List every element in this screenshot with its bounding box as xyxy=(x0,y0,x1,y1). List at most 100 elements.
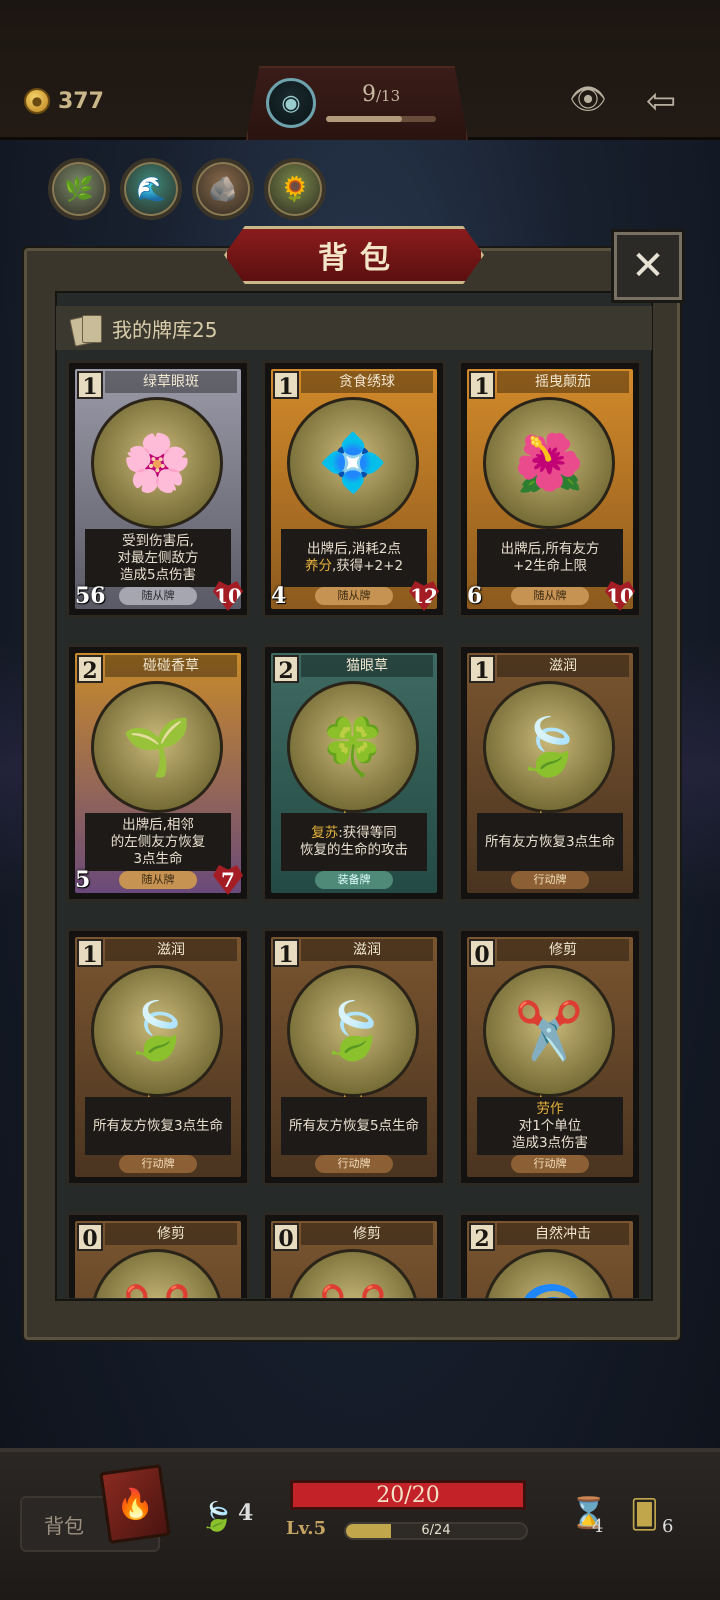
card-description-line: +2生命上限 xyxy=(513,558,587,574)
card-name: 自然冲击 xyxy=(497,1223,629,1245)
card-description-line: 造成5点伤害 xyxy=(119,566,197,583)
card-type: 随从牌 xyxy=(511,587,589,605)
card-art: 🍃 xyxy=(287,965,419,1097)
card-name: 猫眼草 xyxy=(301,655,433,677)
card-description: 出牌后,相邻 的左侧友方恢复 3点生命 xyxy=(85,813,231,871)
card[interactable]: 1 摇曳颠茄 🌺 出牌后,所有友方 +2生命上限 随从牌 6 10 xyxy=(458,360,642,618)
card[interactable]: 1滋润🍃★★所有友方恢复3点生命行动牌 xyxy=(458,644,642,902)
card-name: 修剪 xyxy=(497,939,629,961)
keyword[interactable]: 劳作 xyxy=(537,1101,564,1117)
deck-label: 我的牌库25 xyxy=(112,317,218,342)
card-cost: 1 xyxy=(273,939,299,968)
card[interactable]: 0修剪✂️ xyxy=(66,1212,250,1298)
card[interactable]: 0修剪✂️★★劳作对1个单位造成3点伤害行动牌 xyxy=(458,928,642,1186)
card-cost: 2 xyxy=(469,1223,495,1252)
xp-text: 6/24 xyxy=(421,1523,451,1538)
relic-slot[interactable]: 🌿 xyxy=(48,158,110,220)
card-art: 🌺 xyxy=(483,397,615,529)
bag-book-icon[interactable]: 🔥 xyxy=(99,1464,171,1544)
card-cost: 1 xyxy=(77,939,103,968)
relic-bar: 🌿 🌊 🪨 🌻 xyxy=(48,158,326,220)
card[interactable]: 1 绿草眼斑 🌸 受到伤害后, 对最左侧敌方 造成5点伤害 随从牌 56 10 xyxy=(66,360,250,618)
card[interactable]: 2自然冲击🌀 xyxy=(458,1212,642,1298)
card-description: 所有友方恢复3点生命 xyxy=(477,813,623,871)
card-art: 🌱 xyxy=(91,681,223,813)
card-description-line: 所有友方恢复3点生命 xyxy=(484,833,616,850)
deck-icon xyxy=(70,313,102,343)
card-art: 🍃 xyxy=(483,681,615,813)
card-description-line: 对最左侧敌方 xyxy=(117,549,199,566)
bag-button-label: 背包 xyxy=(44,1513,84,1538)
card-cost: 0 xyxy=(273,1223,299,1252)
card-description-line: 所有友方恢复5点生命 xyxy=(288,1117,420,1134)
card-name: 修剪 xyxy=(105,1223,237,1245)
card-art: 🍀 xyxy=(287,681,419,813)
card-attack: 4 xyxy=(271,583,287,609)
card-cost: 2 xyxy=(77,655,103,684)
keyword[interactable]: 养分 xyxy=(305,558,332,574)
stage-progress-fill xyxy=(326,116,402,122)
back-arrow-icon[interactable]: ⇦ xyxy=(638,82,684,122)
card-description: 出牌后,消耗2点 养分,获得+2+2 xyxy=(281,529,427,587)
card-cost: 0 xyxy=(469,939,495,968)
card[interactable]: 1滋润🍃★★所有友方恢复5点生命行动牌 xyxy=(262,928,446,1186)
portal-orb-icon[interactable]: ◉ xyxy=(266,78,316,128)
card-name: 滋润 xyxy=(301,939,433,961)
player-level: Lv.5 xyxy=(286,1518,327,1539)
card-type: 行动牌 xyxy=(119,1155,197,1173)
card-description: 出牌后,所有友方 +2生命上限 xyxy=(477,529,623,587)
hourglass-count: 4 xyxy=(592,1516,604,1537)
gold-amount: 377 xyxy=(58,88,104,114)
card[interactable]: 1滋润🍃★★所有友方恢复3点生命行动牌 xyxy=(66,928,250,1186)
card-name: 碰碰香草 xyxy=(105,655,237,677)
card-description-line: 复苏:获得等同 xyxy=(311,825,397,841)
card-description: 所有友方恢复5点生命 xyxy=(281,1097,427,1155)
card[interactable]: 1 贪食绣球 💠 出牌后,消耗2点 养分,获得+2+2 随从牌 4 12 xyxy=(262,360,446,618)
card-description-line: 出牌后,消耗2点 xyxy=(307,541,401,557)
relic-slot[interactable]: 🌻 xyxy=(264,158,326,220)
card-cost: 1 xyxy=(77,371,103,400)
card-description-line: 恢复的生命的攻击 xyxy=(300,842,408,858)
card-type: 行动牌 xyxy=(511,871,589,889)
relic-slot[interactable]: 🌊 xyxy=(120,158,182,220)
stage-progress-bar xyxy=(326,116,436,122)
cards-icon[interactable]: 🂠 xyxy=(630,1498,659,1531)
card-description: 劳作 对1个单位 造成3点伤害 xyxy=(477,1097,623,1155)
card-name: 滋润 xyxy=(105,939,237,961)
card-grid-viewport[interactable]: 1 绿草眼斑 🌸 受到伤害后, 对最左侧敌方 造成5点伤害 随从牌 56 10 1 贪食绣球 💠 出牌后… xyxy=(66,360,650,1298)
hp-text: 20/20 xyxy=(376,1482,440,1508)
keyword[interactable]: 复苏 xyxy=(311,825,338,841)
card-art: ✂️ xyxy=(483,965,615,1097)
hp-bar: 20/20 xyxy=(290,1480,526,1510)
card-description-line: 3点生命 xyxy=(133,850,183,867)
panel-title: 背包 xyxy=(318,241,402,276)
card-description-line: 出牌后,相邻 xyxy=(122,816,194,833)
card[interactable]: 2猫眼草🍀★★复苏:获得等同恢复的生命的攻击装备牌 xyxy=(262,644,446,902)
progress-total: /13 xyxy=(376,87,401,105)
close-button[interactable]: ✕ xyxy=(614,232,682,300)
card-name: 滋润 xyxy=(497,655,629,677)
card-attack: 56 xyxy=(75,583,106,609)
card-description-line: 养分,获得+2+2 xyxy=(304,558,404,574)
card-cost: 2 xyxy=(273,655,299,684)
card-art: 🍃 xyxy=(91,965,223,1097)
card-art: 🌸 xyxy=(91,397,223,529)
relic-slot[interactable]: 🪨 xyxy=(192,158,254,220)
card-description-line: 所有友方恢复3点生命 xyxy=(92,1117,224,1134)
card-cost: 0 xyxy=(77,1223,103,1252)
card-description-line: 出牌后,所有友方 xyxy=(500,541,600,557)
card-cost: 1 xyxy=(469,655,495,684)
card-cost: 1 xyxy=(469,371,495,400)
card-description: 所有友方恢复3点生命 xyxy=(85,1097,231,1155)
card-cost: 1 xyxy=(273,371,299,400)
leaf-icon: 🍃 xyxy=(199,1500,235,1533)
eye-icon[interactable]: 👁 xyxy=(568,85,608,115)
close-icon: ✕ xyxy=(631,243,665,289)
card[interactable]: 0修剪✂️ xyxy=(262,1212,446,1298)
card-description-line: 受到伤害后, xyxy=(122,532,194,549)
card-name: 绿草眼斑 xyxy=(105,371,237,393)
card-type: 行动牌 xyxy=(511,1155,589,1173)
card[interactable]: 2 碰碰香草 🌱 出牌后,相邻 的左侧友方恢复 3点生命 随从牌 5 7 xyxy=(66,644,250,902)
card-name: 贪食绣球 xyxy=(301,371,433,393)
card-type: 随从牌 xyxy=(315,587,393,605)
